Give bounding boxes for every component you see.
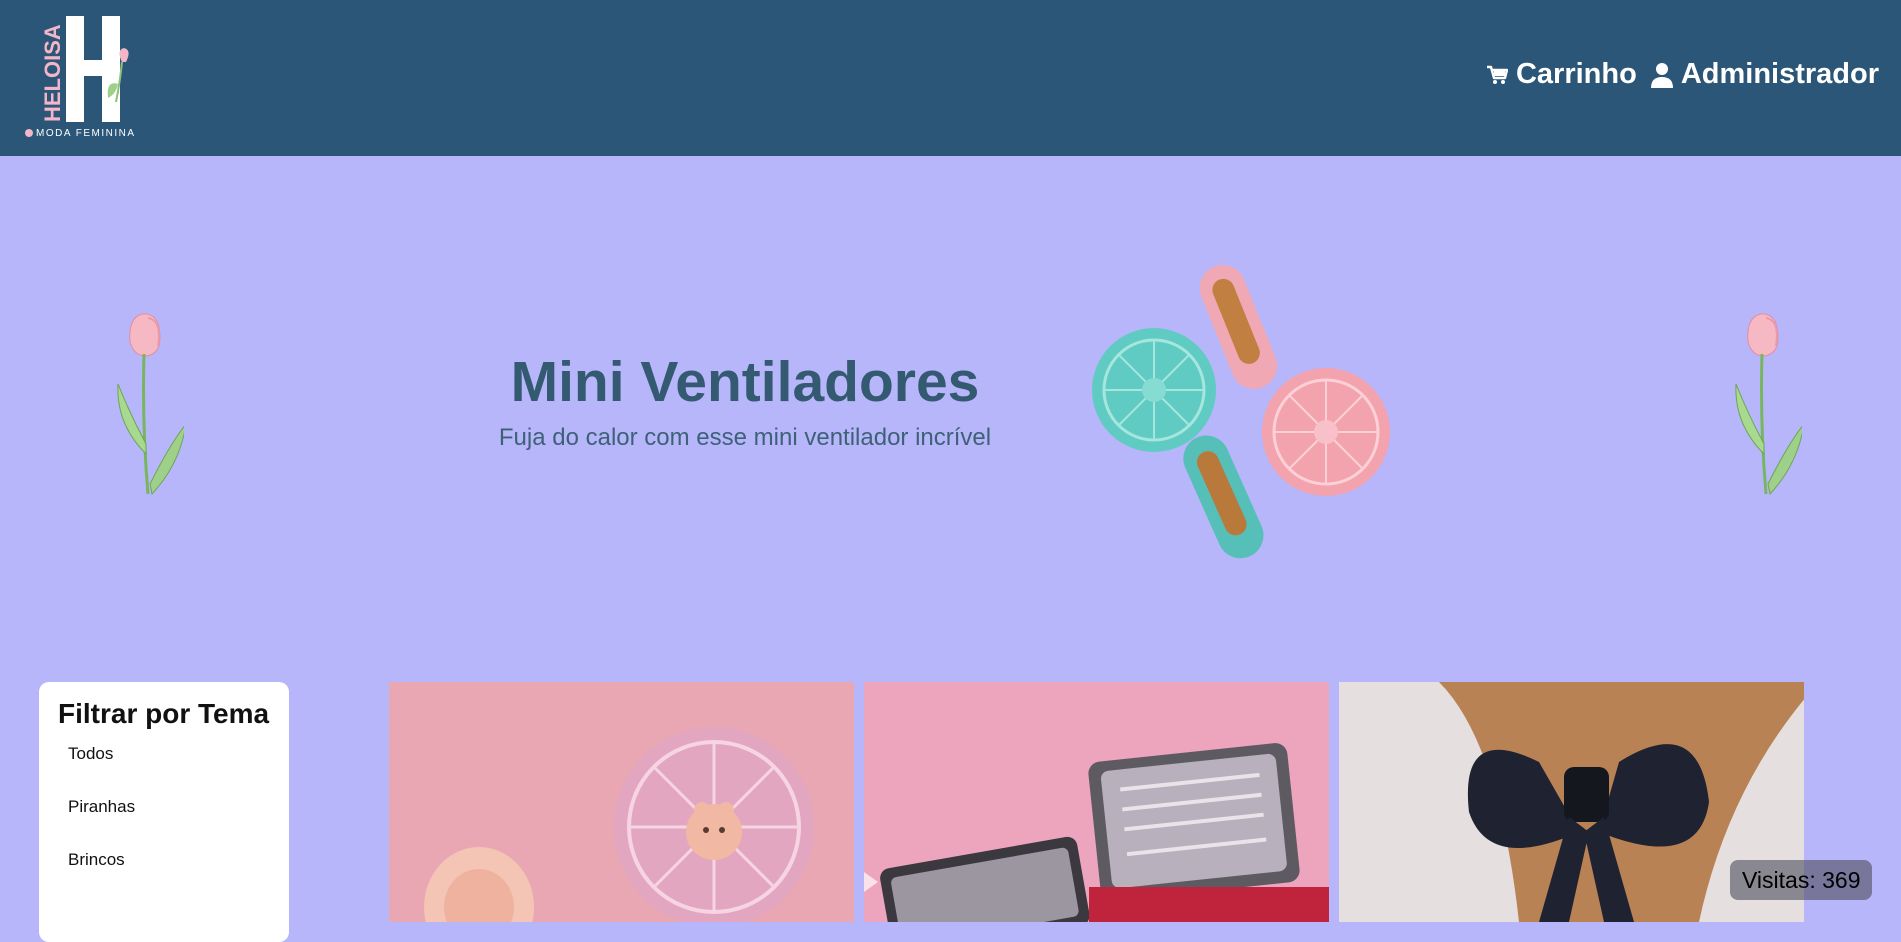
visits-counter: Visitas: 369 bbox=[1730, 860, 1873, 900]
product-image-nail-kit bbox=[864, 743, 1329, 922]
filter-list: Todos Piranhas Brincos bbox=[58, 744, 270, 903]
hero-banner[interactable]: Mini Ventiladores Fuja do calor com esse… bbox=[0, 156, 1901, 676]
mini-fans-image bbox=[1090, 256, 1400, 566]
top-nav: Carrinho Administrador bbox=[1486, 58, 1879, 91]
filter-title: Filtrar por Tema bbox=[58, 698, 270, 729]
filter-item-brincos[interactable]: Brincos bbox=[58, 850, 270, 903]
product-card-nail-kit[interactable] bbox=[864, 682, 1329, 922]
filter-item-todos[interactable]: Todos bbox=[58, 744, 270, 797]
hero-text: Mini Ventiladores Fuja do calor com esse… bbox=[430, 351, 1060, 452]
admin-label: Administrador bbox=[1680, 58, 1879, 90]
cart-label: Carrinho bbox=[1515, 58, 1637, 90]
product-image-fan bbox=[424, 727, 814, 922]
header-bar: HELOISA MODA FEMININA Carrinho Administr… bbox=[0, 0, 1901, 156]
product-grid bbox=[389, 682, 1805, 922]
brand-name: HELOISA bbox=[40, 24, 65, 122]
admin-link[interactable]: Administrador bbox=[1650, 58, 1879, 91]
hero-subtitle: Fuja do calor com esse mini ventilador i… bbox=[498, 423, 992, 451]
filter-item-piranhas[interactable]: Piranhas bbox=[58, 797, 270, 850]
cart-link[interactable]: Carrinho bbox=[1486, 58, 1637, 91]
cart-icon bbox=[1486, 64, 1508, 86]
visits-label: Visitas: 369 bbox=[1742, 866, 1861, 893]
brand-logo[interactable]: HELOISA MODA FEMININA bbox=[22, 14, 146, 142]
filter-panel: Filtrar por Tema Todos Piranhas Brincos bbox=[39, 682, 289, 942]
user-icon bbox=[1650, 62, 1673, 88]
brand-tagline: MODA FEMININA bbox=[36, 128, 136, 139]
hero-title: Mini Ventiladores bbox=[510, 350, 980, 414]
tulip-right-icon bbox=[1722, 304, 1805, 509]
tulip-left-icon bbox=[104, 304, 187, 509]
product-card-fan[interactable] bbox=[389, 682, 854, 922]
